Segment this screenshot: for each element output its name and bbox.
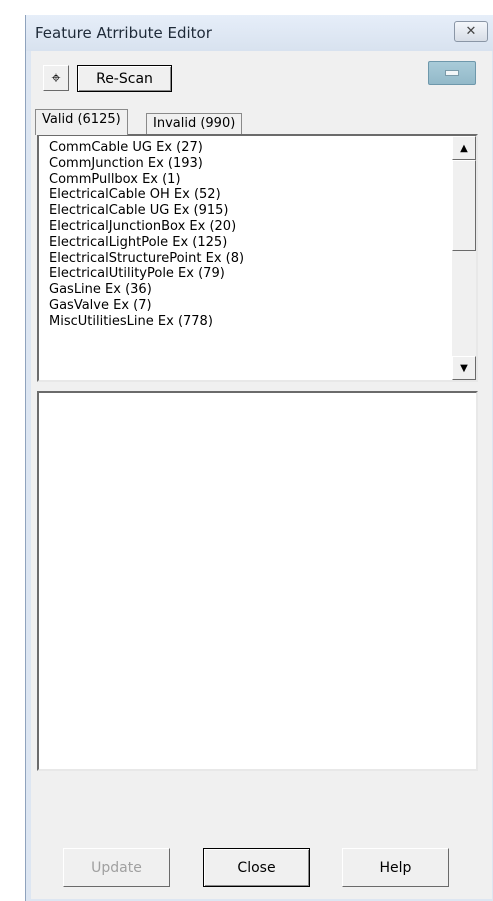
tab-invalid[interactable]: Invalid (990) [146, 113, 243, 135]
rescan-button[interactable]: Re-Scan [77, 65, 172, 92]
arrow-down-icon: ▼ [460, 362, 468, 374]
arrow-up-icon: ▲ [460, 142, 468, 154]
list-item[interactable]: ElectricalUtilityPole Ex (79) [49, 266, 449, 282]
close-window-button[interactable]: ✕ [454, 21, 488, 42]
list-item[interactable]: ElectricalStructurePoint Ex (8) [49, 251, 449, 267]
select-feature-button[interactable]: ⌖ [43, 65, 69, 91]
attribute-detail-pane[interactable] [37, 391, 478, 771]
help-button[interactable]: Help [342, 848, 449, 887]
minimize-icon [445, 70, 459, 76]
update-button[interactable]: Update [63, 848, 170, 887]
feature-class-list[interactable]: CommCable UG Ex (27) CommJunction Ex (19… [37, 134, 478, 382]
crosshair-icon: ⌖ [51, 68, 61, 87]
close-icon: ✕ [465, 24, 477, 39]
dialog-window: Feature Atrribute Editor ✕ ⌖ Re-Scan Val… [1, 1, 493, 901]
list-item[interactable]: ElectricalJunctionBox Ex (20) [49, 219, 449, 235]
feature-class-items: CommCable UG Ex (27) CommJunction Ex (19… [49, 140, 449, 330]
list-item[interactable]: ElectricalLightPole Ex (125) [49, 235, 449, 251]
list-item[interactable]: GasLine Ex (36) [49, 282, 449, 298]
list-scrollbar[interactable]: ▲ ▼ [452, 136, 476, 380]
close-button[interactable]: Close [203, 848, 310, 887]
minimize-button[interactable] [428, 61, 476, 85]
list-item[interactable]: CommJunction Ex (193) [49, 156, 449, 172]
scroll-down-button[interactable]: ▼ [452, 356, 476, 380]
list-item[interactable]: CommPullbox Ex (1) [49, 172, 449, 188]
list-item[interactable]: ElectricalCable OH Ex (52) [49, 187, 449, 203]
list-item[interactable]: GasValve Ex (7) [49, 298, 449, 314]
tab-valid[interactable]: Valid (6125) [35, 109, 128, 135]
dialog-content: ⌖ Re-Scan Valid (6125) Invalid (990) Com… [31, 51, 492, 899]
list-item[interactable]: ElectricalCable UG Ex (915) [49, 203, 449, 219]
title-bar[interactable]: Feature Atrribute Editor ✕ [26, 15, 493, 51]
window-title: Feature Atrribute Editor [35, 24, 212, 42]
list-item[interactable]: MiscUtilitiesLine Ex (778) [49, 314, 449, 330]
scroll-up-button[interactable]: ▲ [452, 136, 476, 160]
list-item[interactable]: CommCable UG Ex (27) [49, 140, 449, 156]
scrollbar-thumb[interactable] [452, 160, 476, 251]
